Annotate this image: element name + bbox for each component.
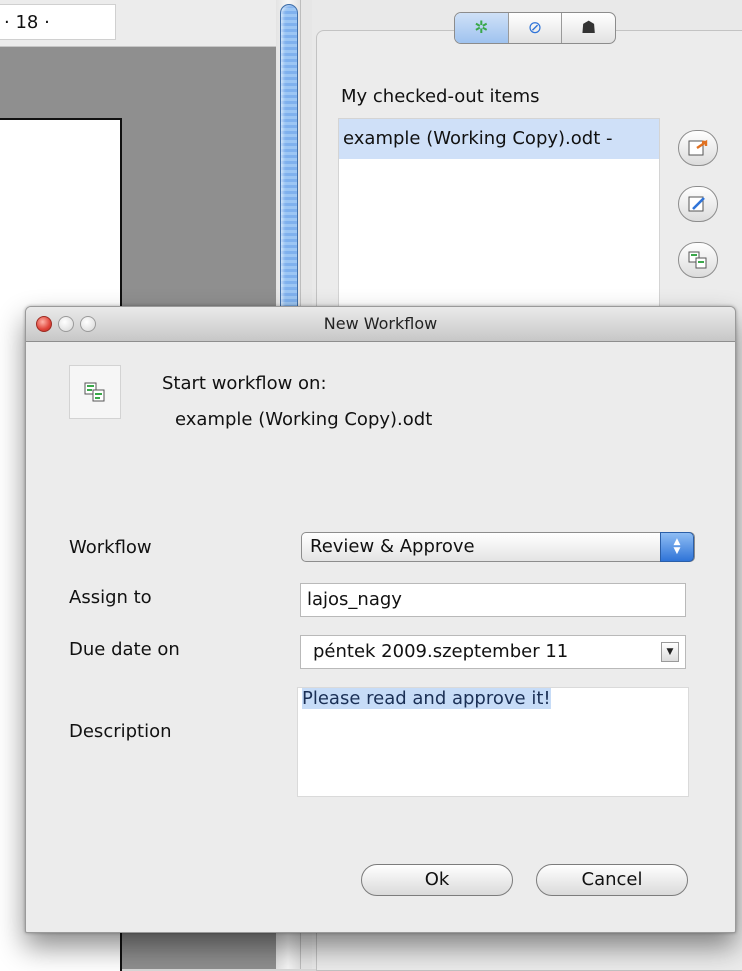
ruler-value: · 18 · <box>0 4 116 40</box>
description-field[interactable]: Please read and approve it! <box>297 687 689 797</box>
due-date-picker[interactable]: péntek 2009.szeptember 11 ▼ <box>300 635 686 669</box>
workflow-label: Workflow <box>69 537 152 558</box>
tab-spinner[interactable]: ✲ <box>455 13 509 43</box>
checkin-button[interactable] <box>678 130 718 166</box>
start-workflow-button[interactable] <box>678 242 718 278</box>
dialog-titlebar[interactable]: New Workflow <box>26 307 735 342</box>
start-workflow-icon <box>688 251 707 269</box>
checked-out-list[interactable]: example (Working Copy).odt - <box>338 118 660 320</box>
scrollbar-thumb[interactable] <box>280 4 298 336</box>
binoculars-icon: ☗ <box>581 18 597 38</box>
tab-compass[interactable]: ⊘ <box>509 13 563 43</box>
description-text: Please read and approve it! <box>302 688 551 709</box>
tab-binoculars[interactable]: ☗ <box>562 13 615 43</box>
start-workflow-label: Start workflow on: <box>162 373 327 394</box>
compass-icon: ⊘ <box>527 18 543 38</box>
select-arrows-icon: ▲ ▼ <box>660 532 694 562</box>
ruler: · 18 · <box>0 0 290 47</box>
checked-out-heading: My checked-out items <box>341 86 540 107</box>
due-date-label: Due date on <box>69 639 180 660</box>
new-workflow-dialog: New Workflow Start workflow on: example … <box>25 306 736 933</box>
due-date-value: péntek 2009.szeptember 11 <box>313 641 569 662</box>
workflow-select[interactable]: Review & Approve ▲ ▼ <box>301 532 695 562</box>
ok-button[interactable]: Ok <box>361 864 513 896</box>
description-label: Description <box>69 721 172 742</box>
edit-properties-button[interactable] <box>678 186 718 222</box>
assign-to-label: Assign to <box>69 587 152 608</box>
edit-properties-icon <box>688 196 705 212</box>
list-item[interactable]: example (Working Copy).odt - <box>339 119 659 159</box>
side-panel-tabs: ✲ ⊘ ☗ <box>454 12 616 44</box>
assign-to-field[interactable]: lajos_nagy <box>300 583 686 617</box>
checkin-icon <box>688 139 708 156</box>
chevron-down-icon[interactable]: ▼ <box>661 642 679 662</box>
cancel-button[interactable]: Cancel <box>536 864 688 896</box>
dialog-title: New Workflow <box>323 314 438 333</box>
workflow-select-value: Review & Approve <box>310 536 475 557</box>
workflow-icon-box <box>69 365 121 419</box>
workflow-icon <box>84 382 105 402</box>
spinner-icon: ✲ <box>474 18 489 38</box>
target-file-name: example (Working Copy).odt <box>175 409 433 430</box>
